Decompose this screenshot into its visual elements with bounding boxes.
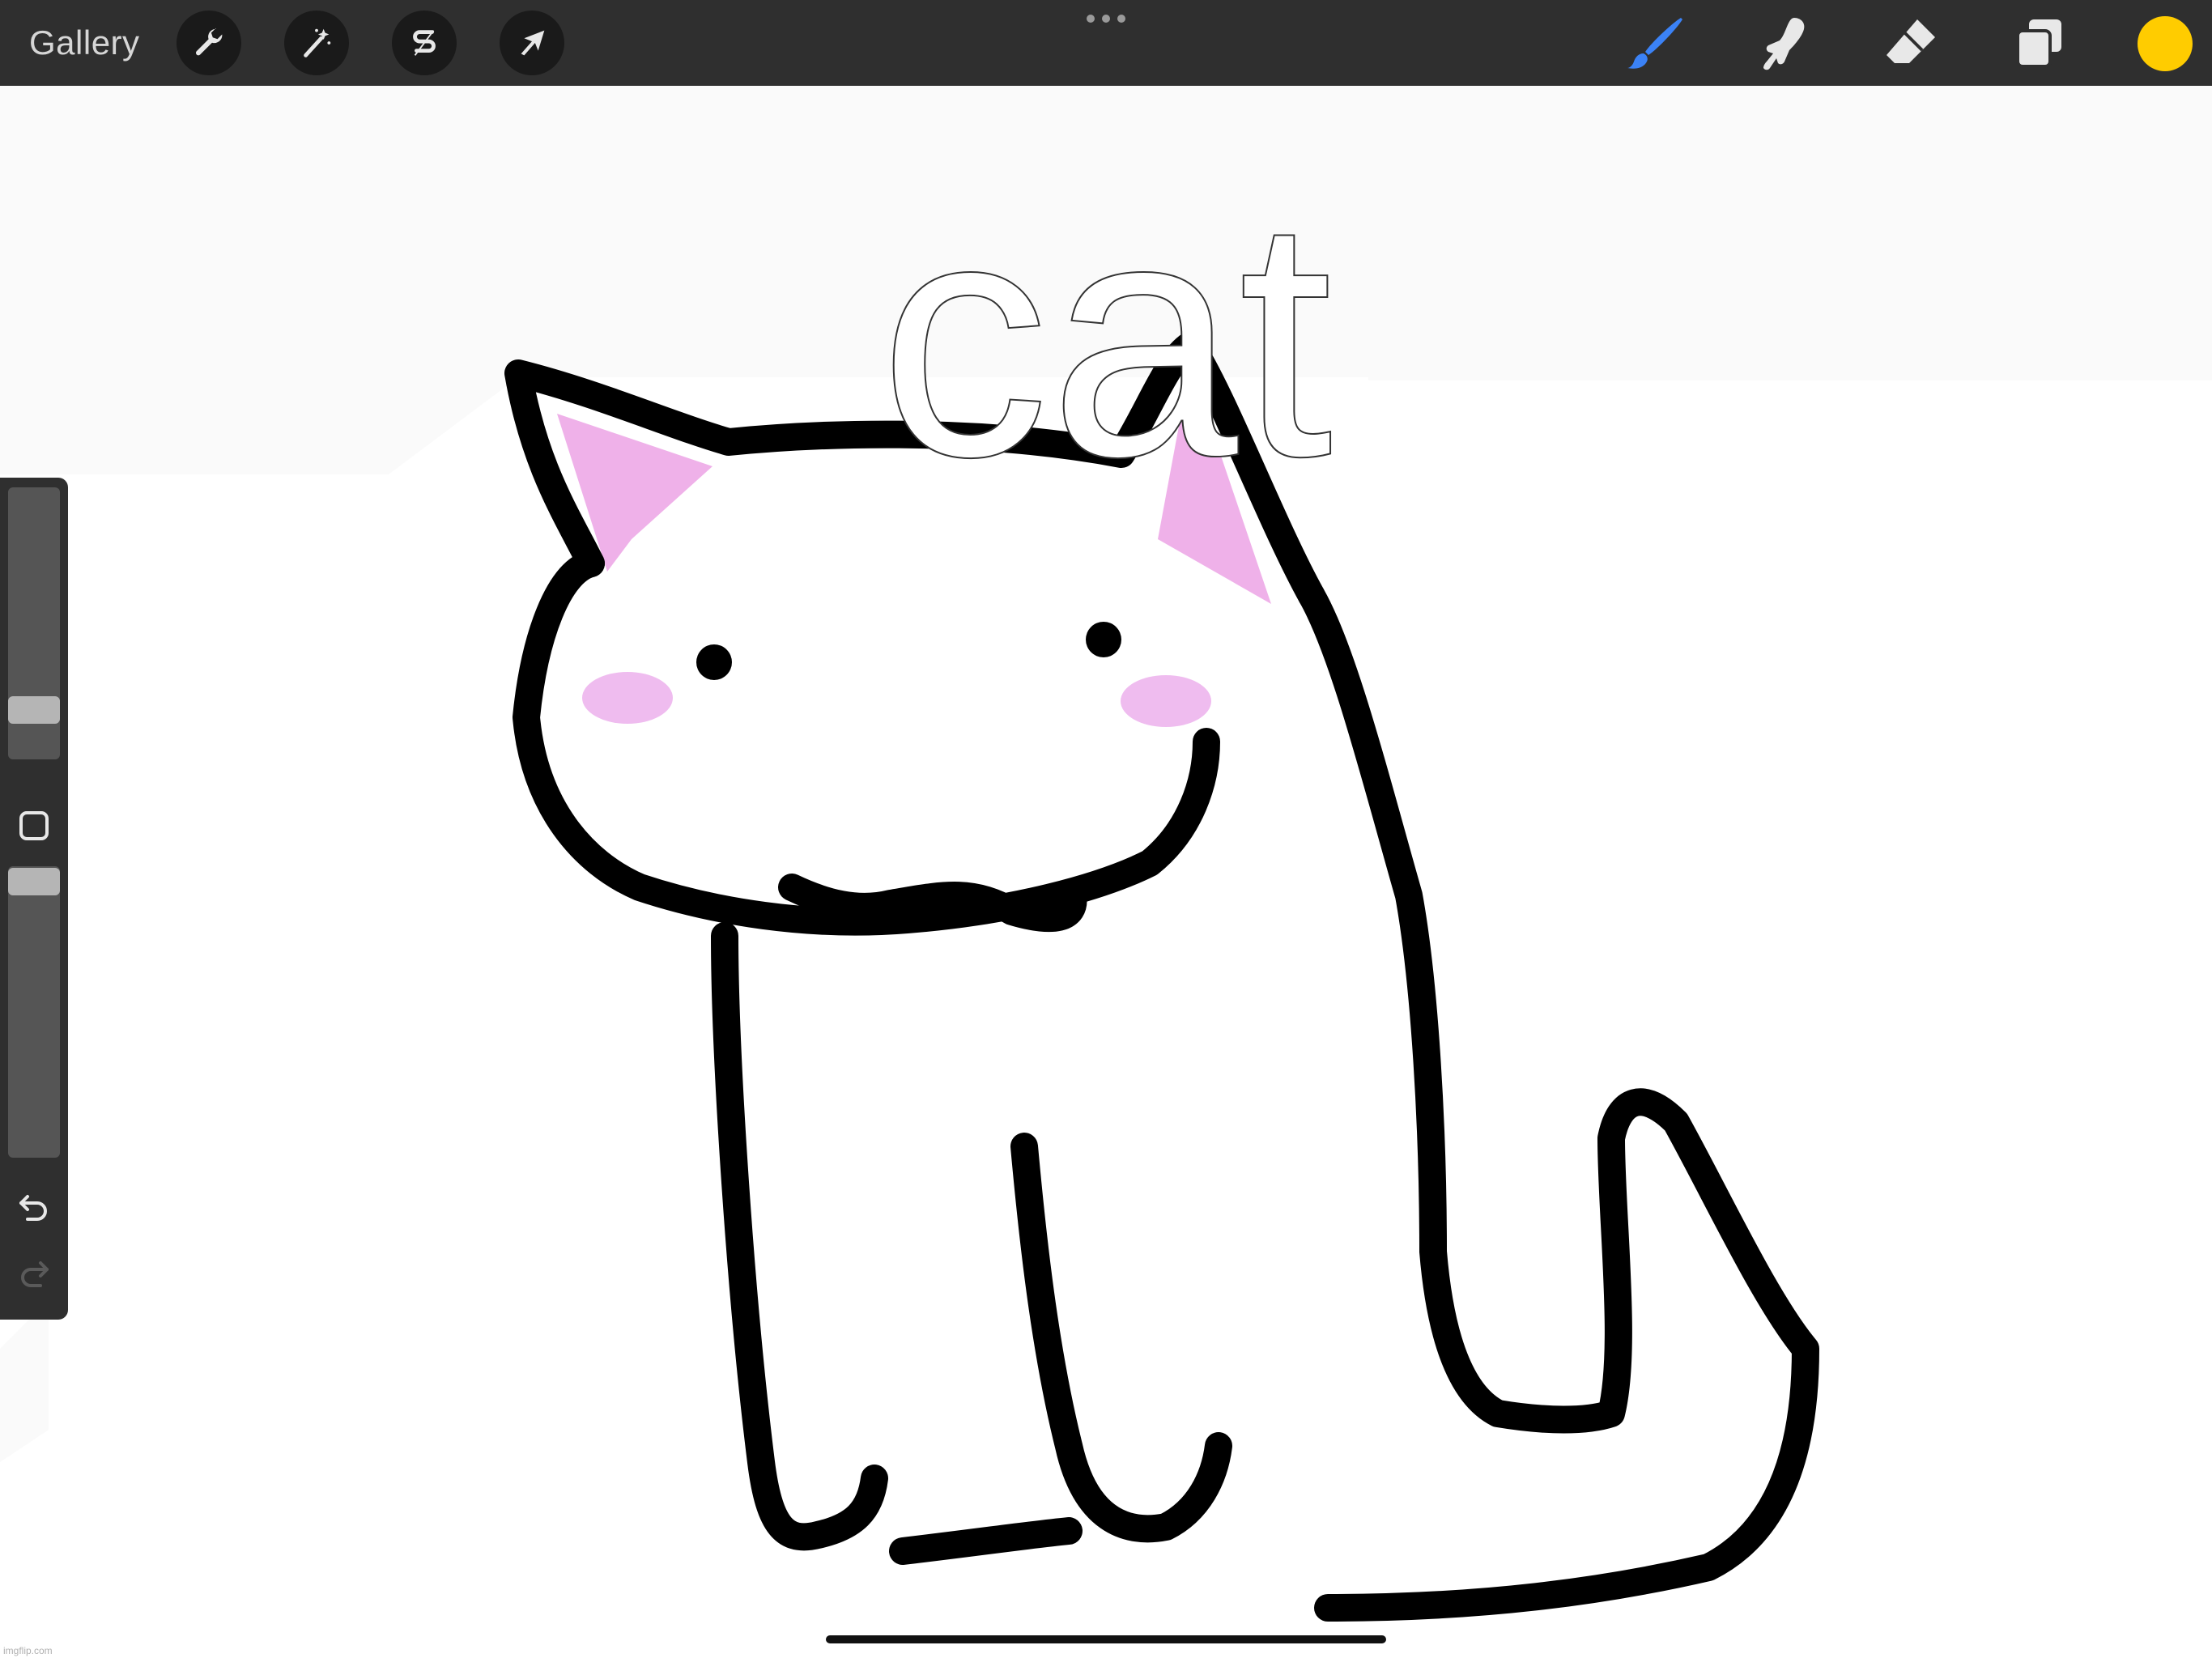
selection-button[interactable] bbox=[392, 11, 457, 75]
layers-icon bbox=[2016, 19, 2061, 68]
ellipsis-icon bbox=[1087, 15, 1095, 23]
ellipsis-dot bbox=[1117, 15, 1125, 23]
wrench-icon bbox=[195, 28, 223, 56]
ellipsis-dot bbox=[1102, 15, 1110, 23]
modify-button[interactable] bbox=[16, 808, 52, 844]
right-blush bbox=[1121, 675, 1211, 727]
left-blush bbox=[582, 672, 673, 724]
cat-text: cat bbox=[879, 148, 1334, 528]
brush-size-slider[interactable] bbox=[8, 487, 60, 759]
eraser-icon bbox=[1887, 19, 1935, 63]
gallery-button[interactable]: Gallery bbox=[29, 19, 140, 66]
brush-tool-button[interactable] bbox=[1623, 11, 1687, 76]
magic-wand-icon bbox=[304, 28, 331, 57]
color-picker-button[interactable] bbox=[2138, 16, 2193, 71]
transform-button[interactable] bbox=[500, 11, 564, 75]
more-options-button[interactable] bbox=[1087, 10, 1125, 28]
adjustments-button[interactable] bbox=[284, 11, 349, 75]
redo-button[interactable] bbox=[15, 1253, 53, 1292]
watermark: imgflip.com bbox=[3, 1645, 53, 1656]
top-toolbar: Gallery bbox=[0, 0, 2212, 86]
layers-button[interactable] bbox=[2006, 11, 2071, 76]
smudge-tool-button[interactable] bbox=[1750, 11, 1815, 76]
selection-s-icon bbox=[413, 30, 436, 56]
square-icon bbox=[19, 811, 49, 840]
canvas-artwork: cat bbox=[0, 86, 2212, 1622]
procreate-app: Gallery cat imgflip.com bbox=[0, 0, 2212, 1658]
left-eye bbox=[696, 644, 732, 680]
opacity-thumb[interactable] bbox=[8, 868, 60, 895]
home-indicator[interactable] bbox=[826, 1635, 1386, 1643]
undo-button[interactable] bbox=[15, 1187, 53, 1226]
undo-icon bbox=[19, 1195, 47, 1221]
right-eye bbox=[1086, 622, 1121, 657]
brush-icon bbox=[1627, 18, 1682, 69]
drawing-canvas[interactable]: cat bbox=[0, 86, 2212, 1658]
background-wedge-lower bbox=[0, 1300, 49, 1462]
eraser-tool-button[interactable] bbox=[1878, 11, 1943, 76]
redo-icon bbox=[21, 1261, 49, 1287]
left-sidebar bbox=[0, 478, 68, 1320]
opacity-slider[interactable] bbox=[8, 866, 60, 1158]
arrow-cursor-icon bbox=[521, 30, 545, 56]
smudge-finger-icon bbox=[1763, 18, 1805, 70]
actions-button[interactable] bbox=[177, 11, 241, 75]
brush-size-thumb[interactable] bbox=[8, 696, 60, 724]
